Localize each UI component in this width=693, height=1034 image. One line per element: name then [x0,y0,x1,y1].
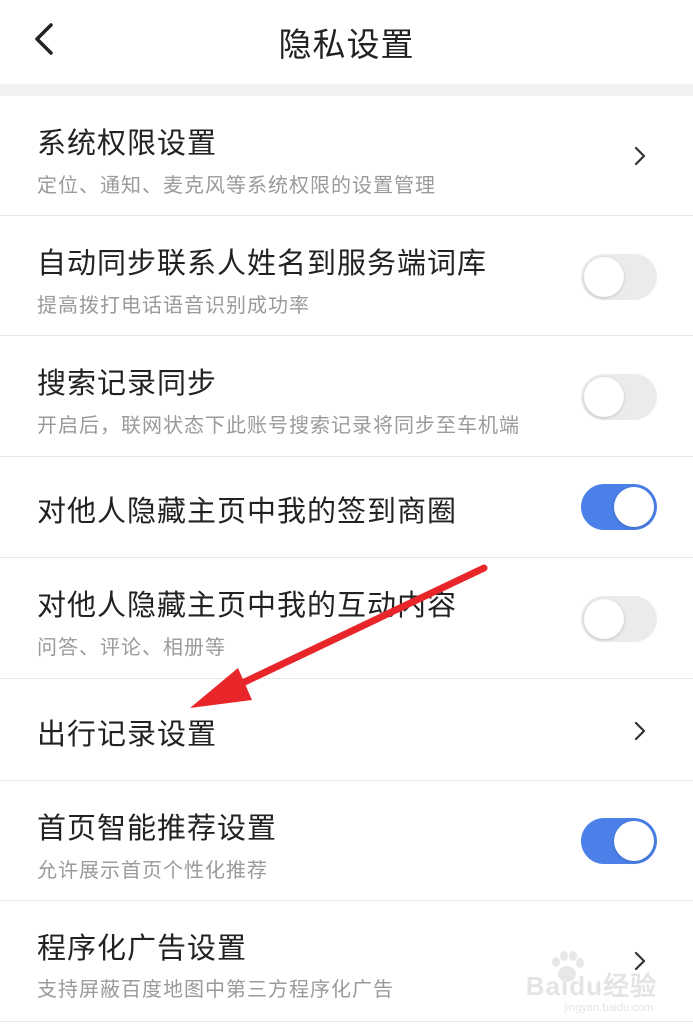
hide-interactions-toggle[interactable] [581,596,657,642]
privacy-settings-page: 隐私设置 系统权限设置 定位、通知、麦克风等系统权限的设置管理 自动同步联系人姓… [0,0,693,1034]
settings-row-home-recommendation: 首页智能推荐设置 允许展示首页个性化推荐 [0,781,693,901]
watermark-url: jingyan.baidu.com [564,1002,653,1014]
toggle-knob [584,257,624,297]
watermark-text: Baidu经验 [525,971,657,1001]
toggle-knob [614,487,654,527]
hide-checkin-toggle[interactable] [581,484,657,530]
row-subtitle: 允许展示首页个性化推荐 [37,858,268,882]
row-subtitle: 开启后，联网状态下此账号搜索记录将同步至车机端 [37,413,520,437]
section-divider [0,84,693,96]
settings-row-search-history-sync: 搜索记录同步 开启后，联网状态下此账号搜索记录将同步至车机端 [0,336,693,457]
header-bar: 隐私设置 [0,0,693,84]
chevron-right-icon [634,721,646,741]
row-title: 首页智能推荐设置 [37,811,278,845]
settings-row-travel-records[interactable]: 出行记录设置 [0,679,693,781]
settings-row-system-permissions[interactable]: 系统权限设置 定位、通知、麦克风等系统权限的设置管理 [0,96,693,216]
row-title: 出行记录设置 [37,717,218,751]
row-subtitle: 提高拨打电话语音识别成功率 [37,293,310,317]
sync-contacts-toggle[interactable] [581,254,657,300]
row-subtitle: 问答、评论、相册等 [37,635,226,659]
baidu-watermark: Baidu经验 jingyan.baidu.com [517,951,657,1014]
settings-row-hide-checkin: 对他人隐藏主页中我的签到商圈 [0,457,693,558]
chevron-right-icon [634,146,646,166]
row-title: 对他人隐藏主页中我的互动内容 [37,588,458,622]
toggle-knob [584,377,624,417]
row-subtitle: 支持屏蔽百度地图中第三方程序化广告 [37,977,394,1001]
settings-row-sync-contacts: 自动同步联系人姓名到服务端词库 提高拨打电话语音识别成功率 [0,216,693,336]
row-subtitle: 定位、通知、麦克风等系统权限的设置管理 [37,173,436,197]
row-title: 对他人隐藏主页中我的签到商圈 [37,494,458,528]
home-recommendation-toggle[interactable] [581,818,657,864]
row-title: 自动同步联系人姓名到服务端词库 [37,246,488,280]
settings-row-hide-interactions: 对他人隐藏主页中我的互动内容 问答、评论、相册等 [0,558,693,679]
toggle-knob [584,599,624,639]
row-title: 系统权限设置 [37,126,218,160]
row-title: 搜索记录同步 [37,366,218,400]
row-title: 程序化广告设置 [37,931,248,965]
page-title: 隐私设置 [278,25,415,64]
toggle-knob [614,821,654,861]
search-history-sync-toggle[interactable] [581,374,657,420]
